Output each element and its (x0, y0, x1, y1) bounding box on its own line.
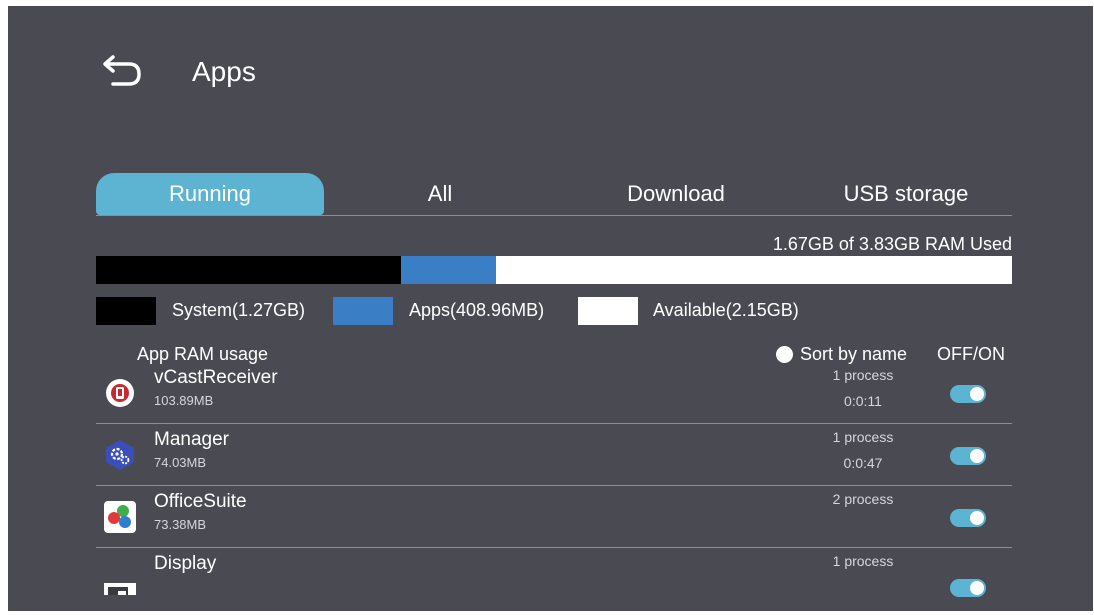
app-name: Display (154, 553, 217, 574)
app-row-manager[interactable]: Manager 74.03MB 1 process 0:0:47 (96, 425, 1012, 486)
page-title: Apps (192, 56, 256, 87)
back-button[interactable] (103, 51, 147, 91)
tab-download[interactable]: Download (566, 173, 786, 215)
app-name: OfficeSuite (154, 491, 247, 512)
tab-running[interactable]: Running (96, 173, 324, 215)
display-icon (104, 563, 136, 595)
ram-segment-available (496, 256, 1012, 284)
app-run-time: 0:0:47 (843, 455, 883, 471)
tab-all[interactable]: All (340, 173, 540, 215)
legend-swatch-system (96, 297, 156, 325)
tab-usb-storage[interactable]: USB storage (796, 173, 1016, 215)
ram-segment-system (96, 256, 401, 284)
legend-label-system: System(1.27GB) (172, 300, 306, 320)
apps-screen: Apps Running All Download USB storage 1.… (8, 6, 1093, 611)
app-row-officesuite[interactable]: OfficeSuite 73.38MB 2 process (96, 487, 1012, 548)
legend-swatch-apps (333, 297, 393, 325)
sort-by-name-label: Sort by name (800, 344, 908, 364)
app-toggle[interactable] (950, 447, 986, 465)
toggle-knob (970, 449, 984, 463)
off-on-header: OFF/ON (937, 344, 1005, 364)
legend-label-available: Available(2.15GB) (653, 300, 799, 320)
app-size: 103.89MB (154, 393, 214, 408)
toggle-knob (970, 581, 984, 595)
tab-divider (96, 215, 1012, 216)
app-run-time: 0:0:11 (844, 393, 882, 409)
radio-dot-icon (776, 346, 793, 363)
app-process-count: 2 process (832, 491, 894, 507)
legend-label-apps: Apps(408.96MB) (409, 300, 545, 320)
app-size: 74.03MB (154, 455, 207, 470)
legend-swatch-available (578, 297, 638, 325)
vcast-receiver-icon (104, 377, 136, 409)
toggle-knob (970, 387, 984, 401)
manager-gear-icon (104, 439, 136, 471)
app-name: vCastReceiver (154, 367, 278, 388)
ram-segment-apps (400, 256, 497, 284)
app-toggle[interactable] (950, 579, 986, 597)
officesuite-icon (104, 501, 136, 533)
app-row-vcastreceiver[interactable]: vCastReceiver 103.89MB 1 process 0:0:11 (96, 363, 1012, 424)
app-process-count: 1 process (832, 367, 894, 383)
app-ram-usage-label: App RAM usage (137, 344, 269, 364)
app-toggle[interactable] (950, 509, 986, 527)
ram-used-text: 1.67GB of 3.83GB RAM Used (772, 234, 1012, 254)
sort-by-name-radio[interactable]: Sort by name (776, 344, 907, 365)
ram-usage-bar (96, 256, 1012, 284)
toggle-knob (970, 511, 984, 525)
app-row-display[interactable]: Display 1 process (96, 549, 1012, 609)
ram-legend: System(1.27GB) Apps(408.96MB) Available(… (96, 297, 1016, 325)
back-arrow-icon (103, 55, 141, 86)
tab-bar: Running All Download USB storage (96, 173, 1012, 215)
app-toggle[interactable] (950, 385, 986, 403)
app-process-count: 1 process (832, 553, 894, 569)
app-name: Manager (154, 429, 229, 450)
app-process-count: 1 process (832, 429, 894, 445)
app-size: 73.38MB (154, 517, 207, 532)
